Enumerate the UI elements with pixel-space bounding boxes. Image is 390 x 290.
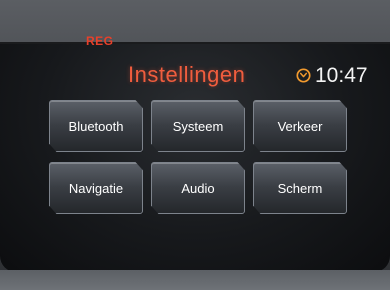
page-title: Instellingen xyxy=(128,62,246,87)
clock-time: 10:47 xyxy=(315,64,368,87)
bluetooth-button[interactable]: Bluetooth xyxy=(49,100,143,152)
settings-menu-grid: Bluetooth Systeem Verkeer Navigatie Audi… xyxy=(46,100,347,216)
navigation-button[interactable]: Navigatie xyxy=(49,162,143,214)
traffic-button[interactable]: Verkeer xyxy=(253,100,347,152)
screen-button[interactable]: Scherm xyxy=(253,162,347,214)
reg-indicator: REG xyxy=(86,34,114,48)
bezel-lower-edge xyxy=(0,270,390,290)
audio-button[interactable]: Audio xyxy=(151,162,245,214)
clock-icon xyxy=(296,68,311,83)
system-button[interactable]: Systeem xyxy=(151,100,245,152)
